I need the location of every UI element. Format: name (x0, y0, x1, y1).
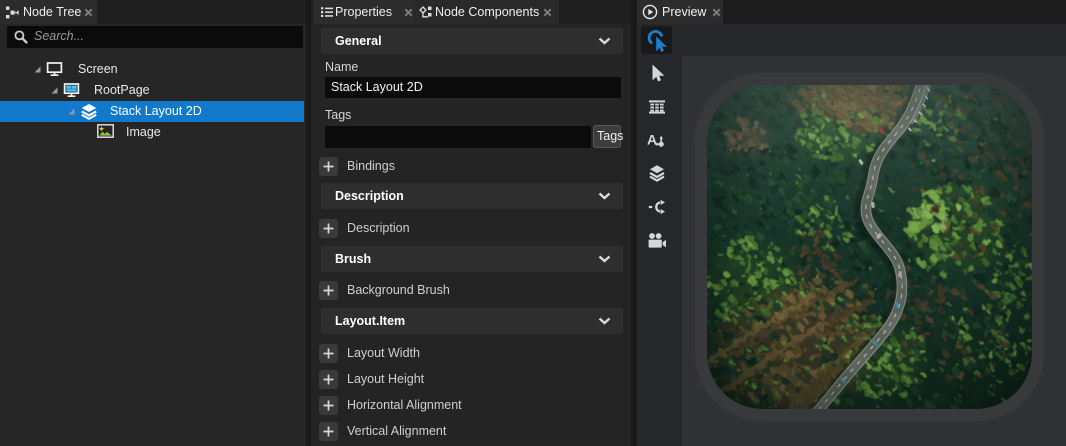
svg-text:A: A (647, 132, 657, 148)
